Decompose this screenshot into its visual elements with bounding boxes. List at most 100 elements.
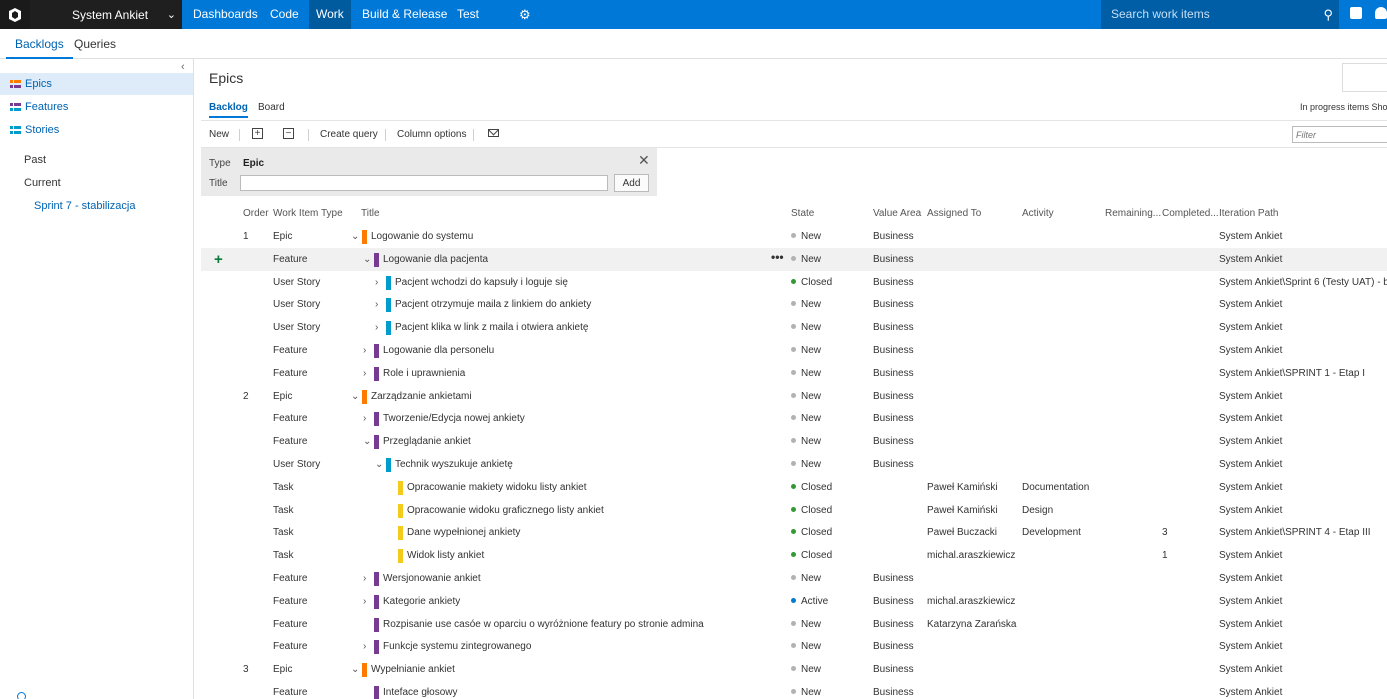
table-row[interactable]: 3 Epic ⌄ Wypełnianie ankiet New Business Syste… — [201, 658, 1387, 681]
nav-dashboards[interactable]: Dashboards — [193, 0, 258, 29]
column-header-work-item-type[interactable]: Work Item Type — [273, 208, 343, 219]
email-icon[interactable] — [488, 129, 499, 137]
nav-build-release[interactable]: Build & Release — [362, 0, 447, 29]
column-header-remaining-work[interactable]: Remaining... — [1105, 208, 1161, 219]
work-item-title-link[interactable]: Logowanie do systemu — [371, 225, 791, 248]
chevron-right-icon[interactable]: › — [363, 362, 366, 385]
chevron-right-icon[interactable]: › — [363, 635, 366, 658]
title-input[interactable] — [240, 175, 608, 191]
search-work-items-input[interactable]: Search work items ⚲ — [1101, 0, 1339, 29]
work-item-title-link[interactable]: Wersjonowanie ankiet — [383, 567, 803, 590]
chevron-down-icon[interactable]: ⌄ — [351, 658, 359, 681]
table-row[interactable]: Feature › Logowanie dla personelu New Busine… — [201, 339, 1387, 362]
nav-test[interactable]: Test — [457, 0, 479, 29]
table-row[interactable]: Feature › Wersjonowanie ankiet New Business S… — [201, 567, 1387, 590]
table-row[interactable]: User Story ⌄ Technik wyszukuje ankietę New B… — [201, 453, 1387, 476]
table-row[interactable]: Feature Inteface głosowy New Business System… — [201, 681, 1387, 699]
work-item-title-link[interactable]: Pacjent otrzymuje maila z linkiem do ank… — [395, 293, 815, 316]
chevron-down-icon[interactable]: ⌄ — [351, 225, 359, 248]
close-icon[interactable]: ✕ — [638, 152, 650, 169]
work-item-title-link[interactable]: Pacjent klika w link z maila i otwiera a… — [395, 316, 815, 339]
table-row[interactable]: 2 Epic ⌄ Zarządzanie ankietami New Business Sy… — [201, 385, 1387, 408]
work-item-title-link[interactable]: Funkcje systemu zintegrowanego — [383, 635, 803, 658]
chevron-right-icon[interactable]: › — [375, 271, 378, 294]
sidebar-item-epics[interactable]: Epics — [0, 73, 193, 95]
nav-code[interactable]: Code — [270, 0, 299, 29]
column-header-activity[interactable]: Activity — [1022, 208, 1054, 219]
search-icon[interactable]: ⚲ — [1323, 0, 1333, 29]
chevron-right-icon[interactable]: › — [363, 567, 366, 590]
filter-input[interactable] — [1292, 126, 1387, 143]
table-row[interactable]: Feature › Funkcje systemu zintegrowanego Ne… — [201, 635, 1387, 658]
table-row[interactable]: Feature Rozpisanie use casóe w oparciu o … — [201, 613, 1387, 636]
column-options-button[interactable]: Column options — [397, 121, 466, 148]
add-child-plus-icon[interactable]: + — [214, 248, 223, 271]
table-row[interactable]: Feature › Role i uprawnienia New Business Sys… — [201, 362, 1387, 385]
work-item-title-link[interactable]: Opracowanie widoku graficznego listy ank… — [407, 499, 827, 522]
table-row[interactable]: Feature ⌄ Logowanie dla pacjenta New Busines… — [201, 248, 1387, 271]
tab-backlogs[interactable]: Backlogs — [6, 29, 73, 59]
user-profile-icon[interactable] — [1375, 7, 1387, 19]
work-item-title-link[interactable]: Opracowanie makiety widoku listy ankiet — [407, 476, 827, 499]
work-item-title-link[interactable]: Tworzenie/Edycja nowej ankiety — [383, 407, 803, 430]
chevron-down-icon[interactable]: ⌄ — [363, 430, 371, 453]
marketplace-bag-icon[interactable] — [1350, 7, 1362, 19]
column-header-value-area[interactable]: Value Area — [873, 208, 921, 219]
work-item-title-link[interactable]: Logowanie dla pacjenta — [383, 248, 803, 271]
column-header-completed-work[interactable]: Completed... — [1162, 208, 1219, 219]
sidebar-item-sprint[interactable]: Sprint 7 - stabilizacja — [34, 200, 136, 212]
column-header-assigned-to[interactable]: Assigned To — [927, 208, 981, 219]
chevron-right-icon[interactable]: › — [375, 316, 378, 339]
table-row[interactable]: Feature ⌄ Przeglądanie ankiet New Business Sy… — [201, 430, 1387, 453]
add-button[interactable]: Add — [614, 174, 649, 192]
column-header-title[interactable]: Title — [361, 208, 380, 219]
work-item-title-link[interactable]: Przeglądanie ankiet — [383, 430, 803, 453]
create-query-button[interactable]: Create query — [320, 121, 378, 148]
work-item-title-link[interactable]: Role i uprawnienia — [383, 362, 803, 385]
context-menu-ellipsis-icon[interactable]: ••• — [771, 246, 784, 269]
sidebar-item-past[interactable]: Past — [24, 154, 46, 166]
tab-board[interactable]: Board — [258, 102, 285, 113]
chevron-down-icon[interactable]: ⌄ — [375, 453, 383, 476]
column-header-order[interactable]: Order — [243, 208, 269, 219]
help-icon[interactable] — [17, 692, 26, 699]
table-row[interactable]: User Story › Pacjent klika w link z maila … — [201, 316, 1387, 339]
column-header-iteration-path[interactable]: Iteration Path — [1219, 208, 1278, 219]
tab-queries[interactable]: Queries — [74, 29, 116, 59]
in-progress-items-toggle[interactable]: In progress items Sho — [1300, 102, 1387, 112]
table-row[interactable]: Task Opracowanie widoku graficznego listy… — [201, 499, 1387, 522]
work-item-title-link[interactable]: Inteface głosowy — [383, 681, 803, 699]
tab-backlog[interactable]: Backlog — [209, 102, 248, 118]
work-item-title-link[interactable]: Pacjent wchodzi do kapsuły i loguje się — [395, 271, 815, 294]
column-header-state[interactable]: State — [791, 208, 814, 219]
settings-gear-icon[interactable]: ⚙ — [519, 0, 531, 29]
chevron-down-icon[interactable]: ⌄ — [351, 385, 359, 408]
table-row[interactable]: Task Widok listy ankiet Closed michal.arasz… — [201, 544, 1387, 567]
table-row[interactable]: Feature › Kategorie ankiety Active Business m… — [201, 590, 1387, 613]
work-item-title-link[interactable]: Zarządzanie ankietami — [371, 385, 791, 408]
table-row[interactable]: Feature › Tworzenie/Edycja nowej ankiety Ne… — [201, 407, 1387, 430]
sidebar-item-stories[interactable]: Stories — [0, 119, 193, 141]
work-item-title-link[interactable]: Technik wyszukuje ankietę — [395, 453, 815, 476]
table-row[interactable]: Task Dane wypełnionej ankiety Closed Paweł … — [201, 521, 1387, 544]
sidebar-item-features[interactable]: Features — [0, 96, 193, 118]
chevron-right-icon[interactable]: › — [363, 407, 366, 430]
chevron-right-icon[interactable]: › — [363, 590, 366, 613]
vsts-logo-icon[interactable] — [0, 0, 30, 29]
chevron-right-icon[interactable]: › — [363, 339, 366, 362]
work-item-title-link[interactable]: Kategorie ankiety — [383, 590, 803, 613]
new-button[interactable]: New — [209, 121, 229, 148]
expand-all-icon[interactable]: + — [252, 128, 263, 139]
table-row[interactable]: User Story › Pacjent otrzymuje maila z lin… — [201, 293, 1387, 316]
sidebar-item-current[interactable]: Current — [24, 177, 61, 189]
chevron-right-icon[interactable]: › — [375, 293, 378, 316]
work-item-title-link[interactable]: Rozpisanie use casóe w oparciu o wyróżni… — [383, 613, 803, 636]
table-row[interactable]: Task Opracowanie makiety widoku listy ank… — [201, 476, 1387, 499]
chevron-down-icon[interactable]: ⌄ — [363, 248, 371, 271]
table-row[interactable]: User Story › Pacjent wchodzi do kapsuły i … — [201, 271, 1387, 294]
collapse-all-icon[interactable]: − — [283, 128, 294, 139]
work-item-title-link[interactable]: Logowanie dla personelu — [383, 339, 803, 362]
collapse-sidebar-icon[interactable]: ‹ — [181, 61, 185, 73]
work-item-title-link[interactable]: Widok listy ankiet — [407, 544, 827, 567]
work-item-title-link[interactable]: Wypełnianie ankiet — [371, 658, 791, 681]
